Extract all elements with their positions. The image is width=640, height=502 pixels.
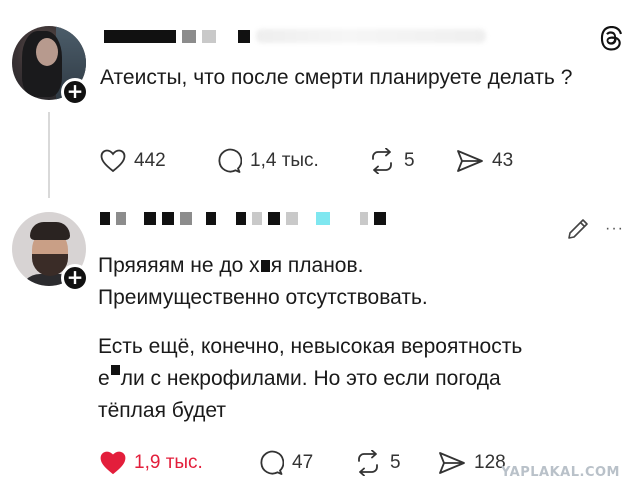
like-button[interactable]: 442 <box>100 149 216 173</box>
post-text: Пряяяям не до х я планов. Преимущественно… <box>98 250 618 427</box>
post-2: + ··· Пряяяям не до х я планов. Преимущес… <box>0 200 640 502</box>
censor-block <box>236 212 246 225</box>
censor-block <box>374 212 386 225</box>
like-count: 1,9 тыс. <box>134 452 203 473</box>
text-fragment: я планов. <box>270 254 364 277</box>
like-count: 442 <box>134 150 166 171</box>
text-line: тёплая будет <box>98 399 227 422</box>
reply-button[interactable]: 1,4 тыс. <box>216 148 368 174</box>
watermark: YAPLAKAL.COM <box>501 465 620 480</box>
post-actions: 442 1,4 тыс. 5 43 <box>100 148 513 174</box>
censor-block <box>268 212 280 225</box>
repost-icon <box>358 450 378 476</box>
username-censored[interactable] <box>100 212 386 225</box>
pencil-icon[interactable] <box>565 216 591 242</box>
censor-block <box>286 212 298 225</box>
text-line: Есть ещё, конечно, невысокая вероятность <box>98 335 523 358</box>
text-fragment: е <box>98 367 110 390</box>
avatar-face <box>36 38 58 66</box>
heart-icon <box>100 149 126 173</box>
censor-block <box>100 212 110 225</box>
censor-block <box>202 29 216 43</box>
avatar-hair <box>30 222 70 240</box>
repost-button[interactable]: 5 <box>354 450 438 476</box>
repost-icon <box>372 148 392 174</box>
censor-block <box>104 29 176 43</box>
censor-block <box>180 212 192 225</box>
reply-count: 1,4 тыс. <box>250 150 319 171</box>
heart-icon <box>100 451 126 475</box>
post-header-actions: ··· <box>565 216 624 242</box>
text-line: е ли с некрофилами. Но это если погода <box>98 363 618 395</box>
threads-logo-icon[interactable] <box>596 24 624 52</box>
post-1: + Атеисты, что после смерти планируете д… <box>0 0 640 200</box>
censor-block <box>260 260 270 272</box>
text-line: Пряяяям не до х я планов. <box>98 250 618 282</box>
more-dots-icon[interactable]: ··· <box>605 221 624 237</box>
censor-block <box>162 212 174 225</box>
censor-block <box>110 365 120 375</box>
censor-block <box>116 212 126 225</box>
share-button[interactable]: 128 <box>438 451 506 475</box>
repost-count: 5 <box>404 150 415 171</box>
text-line: Преимущественно отсутствовать. <box>98 286 428 309</box>
comment-icon <box>218 148 242 173</box>
post-actions: 1,9 тыс. 47 5 128 <box>100 450 506 476</box>
send-icon <box>457 150 483 172</box>
post-paragraph: Пряяяям не до х я планов. Преимущественно… <box>98 250 618 314</box>
censor-block <box>206 212 216 225</box>
share-button[interactable]: 43 <box>456 149 513 173</box>
censor-block <box>360 212 368 225</box>
like-button[interactable]: 1,9 тыс. <box>100 451 258 475</box>
thread-line <box>48 112 50 198</box>
follow-plus-icon[interactable]: + <box>61 78 89 106</box>
repost-count: 5 <box>390 452 401 473</box>
share-count: 43 <box>492 150 514 171</box>
repost-button[interactable]: 5 <box>368 148 456 174</box>
reply-button[interactable]: 47 <box>258 450 354 476</box>
blurred-region <box>256 29 486 43</box>
censor-block <box>252 212 262 225</box>
username-censored[interactable] <box>104 29 486 43</box>
text-fragment: ли с некрофилами. Но это если погода <box>120 367 501 390</box>
follow-plus-icon[interactable]: + <box>61 264 89 292</box>
text-fragment: Пряяяям не до х <box>98 254 260 277</box>
censor-block <box>182 29 196 43</box>
post-text: Атеисты, что после смерти планируете дел… <box>100 62 600 94</box>
censor-block <box>144 212 156 225</box>
censor-block <box>316 212 330 225</box>
post-paragraph: Есть ещё, конечно, невысокая вероятность… <box>98 331 618 427</box>
send-icon <box>439 452 465 474</box>
post-paragraph: Атеисты, что после смерти планируете дел… <box>100 66 573 89</box>
censor-block <box>238 29 250 43</box>
comment-icon <box>260 450 284 475</box>
reply-count: 47 <box>292 452 314 473</box>
